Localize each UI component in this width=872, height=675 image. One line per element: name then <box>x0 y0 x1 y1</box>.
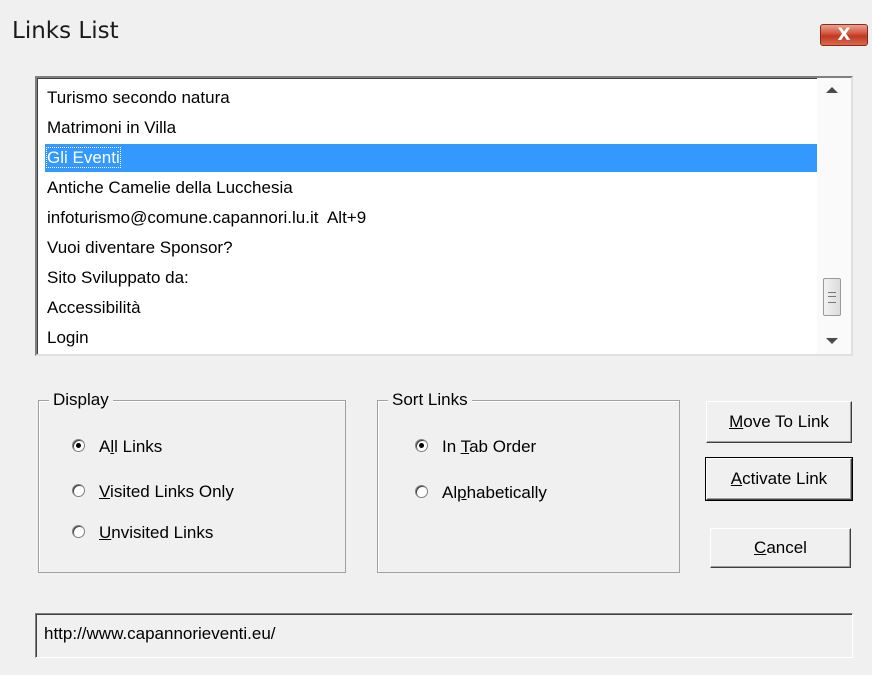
list-item[interactable]: Turismo secondo natura <box>45 84 230 112</box>
links-list-dialog: Links List X Turismo secondo natura Matr… <box>0 0 872 675</box>
radio-checked-icon <box>72 439 85 452</box>
vertical-scrollbar[interactable] <box>817 78 851 354</box>
list-item[interactable]: Antiche Camelie della Lucchesia <box>45 174 293 202</box>
radio-icon <box>415 485 428 498</box>
radio-icon <box>72 525 85 538</box>
radio-checked-icon <box>415 439 428 452</box>
close-icon: X <box>837 25 851 45</box>
sort-links-legend: Sort Links <box>388 390 472 410</box>
list-item[interactable]: Matrimoni in Villa <box>45 114 176 142</box>
radio-icon <box>72 484 85 497</box>
scroll-down-arrow-icon[interactable] <box>826 338 838 344</box>
links-listbox[interactable]: Turismo secondo natura Matrimoni in Vill… <box>35 76 853 356</box>
scroll-thumb[interactable] <box>823 278 841 316</box>
list-item[interactable]: Login <box>45 324 89 352</box>
list-item[interactable]: infoturismo@comune.capannori.lu.it Alt+9 <box>45 204 366 232</box>
grip-icon <box>828 292 836 303</box>
sort-links-group: Sort Links In Tab Order Alphabetically <box>377 390 680 573</box>
dialog-title: Links List <box>12 18 119 44</box>
list-item[interactable]: Accessibilità <box>45 294 141 322</box>
activate-link-button[interactable]: Activate Link <box>705 457 853 501</box>
display-legend: Display <box>49 390 113 410</box>
move-to-link-button[interactable]: Move To Link <box>706 401 852 443</box>
list-item-selected[interactable]: Gli Eventi <box>45 144 817 172</box>
close-button[interactable]: X <box>820 24 868 46</box>
url-text: http://www.capannorieventi.eu/ <box>44 624 276 643</box>
cancel-button[interactable]: Cancel <box>710 528 851 568</box>
url-display: http://www.capannorieventi.eu/ <box>35 613 853 658</box>
list-item[interactable]: Sito Sviluppato da: <box>45 264 189 292</box>
display-group: Display All Links Visited Links Only Unv… <box>38 390 346 573</box>
list-item[interactable]: Vuoi diventare Sponsor? <box>45 234 233 262</box>
scroll-up-arrow-icon[interactable] <box>826 87 838 93</box>
title-bar: Links List X <box>0 0 872 66</box>
